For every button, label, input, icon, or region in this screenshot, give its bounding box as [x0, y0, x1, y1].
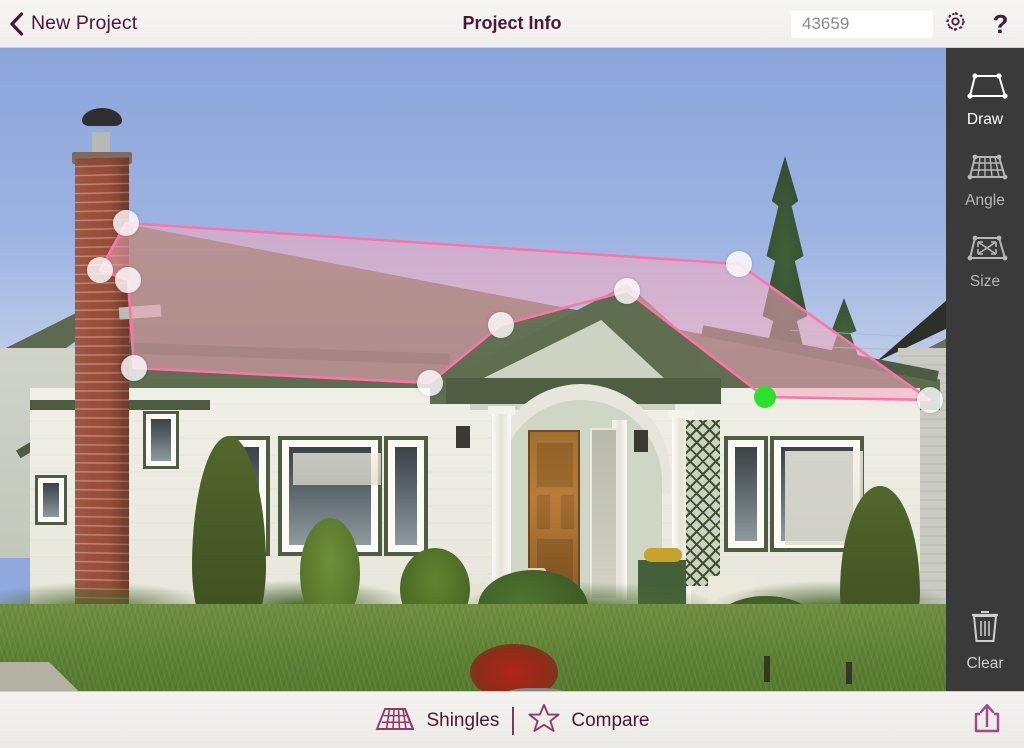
roof-handle[interactable]	[113, 210, 139, 236]
bottom-toolbar-divider	[512, 706, 515, 735]
roof-handle-active[interactable]	[754, 386, 776, 408]
compare-label: Compare	[571, 709, 650, 731]
project-id-input[interactable]	[791, 10, 933, 38]
tool-angle-label: Angle	[965, 192, 1005, 209]
shingles-button[interactable]: Shingles	[374, 703, 499, 738]
photo-canvas[interactable]	[0, 48, 946, 691]
roof-handle[interactable]	[917, 387, 943, 413]
tool-size[interactable]: Size	[946, 210, 1024, 291]
settings-button[interactable]	[933, 0, 977, 48]
tool-draw-label: Draw	[966, 111, 1004, 128]
star-icon	[527, 702, 561, 739]
roof-overlay-polygon[interactable]	[98, 221, 932, 402]
header-right-actions: ?	[791, 0, 1024, 48]
compare-button[interactable]: Compare	[527, 702, 650, 739]
tools-sidebar: Draw Angle Size Clear	[946, 48, 1024, 691]
roof-handle[interactable]	[726, 251, 752, 277]
back-button-label: New Project	[31, 12, 138, 34]
tool-size-label: Size	[969, 273, 1001, 290]
share-upload-icon	[972, 702, 1002, 739]
roof-handle[interactable]	[488, 312, 514, 338]
share-button[interactable]	[972, 692, 1002, 748]
clear-button-label: Clear	[966, 655, 1004, 672]
gear-icon	[943, 9, 968, 39]
back-button[interactable]: New Project	[9, 11, 138, 36]
shingles-roof-icon	[374, 703, 416, 738]
roof-handle[interactable]	[614, 278, 640, 304]
angle-grid-icon	[946, 147, 1024, 187]
tool-angle[interactable]: Angle	[946, 129, 1024, 210]
tool-draw[interactable]: Draw	[946, 48, 1024, 129]
help-question-icon: ?	[992, 8, 1009, 39]
app-root: New Project Project Info ?	[0, 0, 1024, 748]
roof-handle[interactable]	[87, 257, 113, 283]
bottom-toolbar: Shingles Compare	[0, 691, 1024, 748]
chevron-left-icon	[9, 11, 24, 36]
shingles-label: Shingles	[426, 709, 500, 731]
bottom-toolbar-center: Shingles Compare	[0, 692, 1024, 748]
size-arrows-icon	[946, 228, 1024, 268]
roof-handle[interactable]	[121, 355, 147, 381]
draw-quad-icon	[946, 66, 1024, 106]
clear-button[interactable]: Clear	[946, 607, 1024, 673]
trash-icon	[946, 607, 1024, 650]
top-header: New Project Project Info ?	[0, 0, 1024, 48]
help-button[interactable]: ?	[977, 0, 1024, 48]
roof-handle[interactable]	[417, 370, 443, 396]
roof-handle[interactable]	[115, 267, 141, 293]
